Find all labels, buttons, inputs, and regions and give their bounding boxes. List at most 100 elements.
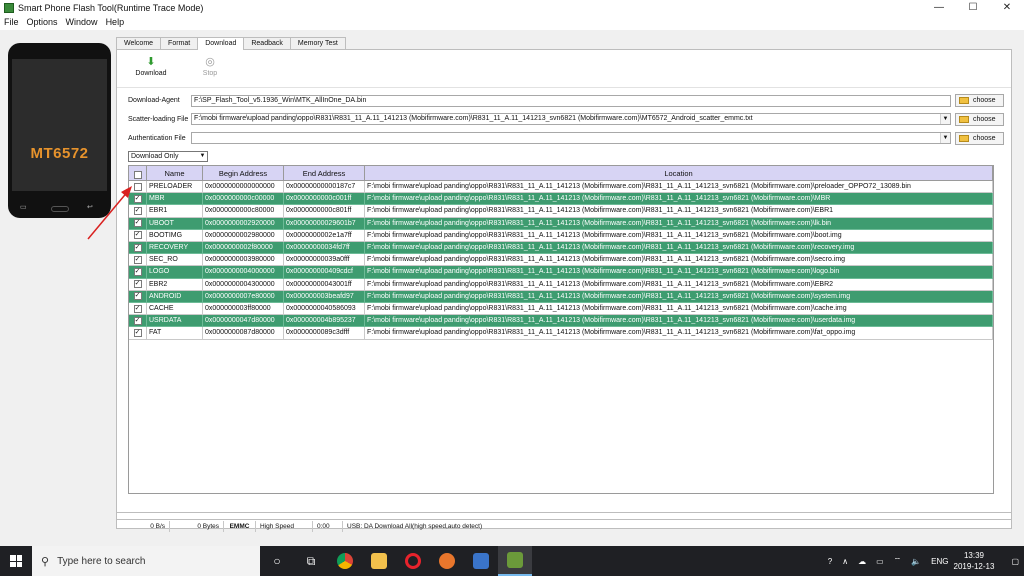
row-checkbox[interactable]: ✓ — [133, 292, 142, 301]
clock[interactable]: 13:39 2019-12-13 — [954, 550, 995, 572]
start-button[interactable] — [0, 546, 32, 576]
row-checkbox-cell[interactable]: ✓ — [129, 266, 147, 279]
row-checkbox[interactable]: ✓ — [133, 194, 142, 203]
status-usb-speed: High Speed — [256, 521, 313, 532]
row-checkbox[interactable]: ✓ — [133, 316, 142, 325]
download-agent-choose-button[interactable]: choose — [955, 94, 1004, 107]
help-icon[interactable]: ? — [828, 557, 832, 566]
table-row[interactable]: ✓ EBR1 0x0000000000c80000 0x0000000000c801f… — [129, 205, 993, 218]
file-explorer-icon[interactable] — [362, 546, 396, 576]
menu-options[interactable]: Options — [23, 17, 62, 27]
table-row[interactable]: ✓ FAT 0x0000000087d80000 0x0000000089c3dfff… — [129, 327, 993, 340]
row-checkbox[interactable]: ✓ — [133, 231, 142, 240]
column-header-begin-address[interactable]: Begin Address — [203, 166, 284, 181]
row-checkbox[interactable]: ✓ — [133, 304, 142, 313]
row-checkbox-cell[interactable]: ✓ — [129, 254, 147, 267]
minimize-button[interactable]: — — [922, 0, 956, 15]
table-row[interactable]: ✓ EBR2 0x0000000004300000 0x00000000043001f… — [129, 278, 993, 291]
notification-app-icon[interactable]: ▭ — [876, 557, 884, 566]
tab-memory-test[interactable]: Memory Test — [289, 37, 346, 49]
tab-download[interactable]: Download — [197, 37, 245, 50]
chevron-down-icon[interactable]: ▼ — [940, 133, 950, 143]
location-cell: F:\mobi firmware\upload panding\oppo\R83… — [365, 193, 993, 206]
menu-file[interactable]: File — [0, 17, 23, 27]
row-checkbox-cell[interactable] — [129, 181, 147, 194]
language-indicator[interactable]: ENG — [931, 557, 948, 566]
chevron-up-icon[interactable]: ∧ — [842, 557, 848, 566]
table-row[interactable]: ✓ USRDATA 0x0000000047d80000 0x000000004b89… — [129, 315, 993, 328]
row-checkbox-cell[interactable]: ✓ — [129, 278, 147, 291]
begin-address-cell: 0x0000000000c80000 — [203, 205, 284, 218]
row-checkbox[interactable]: ✓ — [133, 219, 142, 228]
tab-readback[interactable]: Readback — [243, 37, 291, 49]
row-checkbox-cell[interactable]: ✓ — [129, 229, 147, 242]
row-checkbox[interactable]: ✓ — [133, 206, 142, 215]
table-row[interactable]: ✓ LOGO 0x0000000004000000 0x000000000409cdc… — [129, 266, 993, 279]
onedrive-icon[interactable]: ☁ — [858, 557, 866, 566]
header-select-all[interactable] — [129, 166, 147, 181]
column-header-name[interactable]: Name — [147, 166, 203, 181]
stop-button[interactable]: ◎ Stop — [190, 56, 230, 77]
column-header-location[interactable]: Location — [365, 166, 993, 181]
row-checkbox-cell[interactable]: ✓ — [129, 327, 147, 340]
tab-format[interactable]: Format — [160, 37, 199, 49]
table-row[interactable]: ✓ SEC_RO 0x0000000003980000 0x00000000039a0… — [129, 254, 993, 267]
select-all-checkbox[interactable] — [133, 170, 142, 179]
task-view-icon[interactable]: ⧉ — [294, 546, 328, 576]
row-checkbox-cell[interactable]: ✓ — [129, 205, 147, 218]
tab-welcome[interactable]: Welcome — [116, 37, 162, 49]
cortana-icon[interactable]: ○ — [260, 546, 294, 576]
row-checkbox[interactable]: ✓ — [133, 267, 142, 276]
app-icon-blue[interactable] — [464, 546, 498, 576]
download-panel: ⬇ Download ◎ Stop Download-Agent F:\SP_F… — [116, 49, 1012, 529]
table-row[interactable]: ✓ UBOOT 0x0000000002920000 0x00000000029601… — [129, 217, 993, 230]
firefox-icon[interactable] — [430, 546, 464, 576]
scatter-file-field[interactable]: F:\mobi firmware\upload panding\oppo\R83… — [191, 113, 951, 125]
download-agent-field[interactable]: F:\SP_Flash_Tool_v5.1936_Win\MTK_AllInOn… — [191, 95, 951, 107]
scatter-file-choose-button[interactable]: choose — [955, 113, 1004, 126]
opera-icon[interactable] — [396, 546, 430, 576]
progress-bar — [116, 512, 1012, 520]
wifi-icon[interactable]: ⌔ — [894, 556, 902, 566]
table-row[interactable]: ✓ CACHE 0x000000003ff80000 0x00000000405860… — [129, 303, 993, 316]
chevron-down-icon[interactable]: ▼ — [940, 114, 950, 124]
volume-icon[interactable]: 🔈 — [911, 557, 921, 566]
download-button[interactable]: ⬇ Download — [131, 56, 171, 77]
row-checkbox[interactable] — [133, 182, 142, 191]
partition-name-cell: FAT — [147, 327, 203, 340]
row-checkbox-cell[interactable]: ✓ — [129, 290, 147, 303]
column-header-end-address[interactable]: End Address — [284, 166, 365, 181]
authentication-file-field[interactable]: ▼ — [191, 132, 951, 144]
maximize-button[interactable]: ☐ — [956, 0, 990, 15]
row-checkbox[interactable]: ✓ — [133, 255, 142, 264]
row-checkbox[interactable]: ✓ — [133, 280, 142, 289]
row-checkbox[interactable]: ✓ — [133, 243, 142, 252]
chevron-down-icon[interactable]: ▼ — [198, 152, 207, 161]
download-mode-select[interactable]: Download Only ▼ — [128, 151, 208, 162]
notifications-icon[interactable]: ▢ — [1011, 557, 1019, 566]
table-row[interactable]: ✓ ANDROID 0x0000000007e80000 0x000000003bea… — [129, 290, 993, 303]
row-checkbox[interactable]: ✓ — [133, 328, 142, 337]
end-address-cell: 0x00000000039a0fff — [284, 254, 365, 267]
menu-window[interactable]: Window — [62, 17, 102, 27]
row-checkbox-cell[interactable]: ✓ — [129, 303, 147, 316]
authentication-file-label: Authentication File — [128, 135, 186, 142]
scatter-file-value: F:\mobi firmware\upload panding\oppo\R83… — [194, 115, 753, 122]
menu-help[interactable]: Help — [102, 17, 129, 27]
begin-address-cell: 0x0000000047d80000 — [203, 315, 284, 328]
taskbar-search[interactable]: ⚲ Type here to search — [32, 546, 260, 576]
table-row[interactable]: ✓ BOOTIMG 0x0000000002980000 0x0000000002e1… — [129, 229, 993, 242]
authentication-file-choose-button[interactable]: choose — [955, 132, 1004, 145]
row-checkbox-cell[interactable]: ✓ — [129, 315, 147, 328]
table-row[interactable]: ✓ MBR 0x0000000000c00000 0x0000000000c001ff… — [129, 193, 993, 206]
flash-tool-taskbar-icon[interactable] — [498, 546, 532, 576]
row-checkbox-cell[interactable]: ✓ — [129, 193, 147, 206]
download-button-label: Download — [135, 70, 167, 77]
row-checkbox-cell[interactable]: ✓ — [129, 242, 147, 255]
close-button[interactable]: ✕ — [990, 0, 1024, 15]
table-row[interactable]: ✓ RECOVERY 0x0000000002f80000 0x00000000034… — [129, 242, 993, 255]
partition-name-cell: EBR1 — [147, 205, 203, 218]
table-row[interactable]: PRELOADER 0x0000000000000000 0x00000000000… — [129, 181, 993, 194]
chrome-icon[interactable] — [328, 546, 362, 576]
row-checkbox-cell[interactable]: ✓ — [129, 217, 147, 230]
